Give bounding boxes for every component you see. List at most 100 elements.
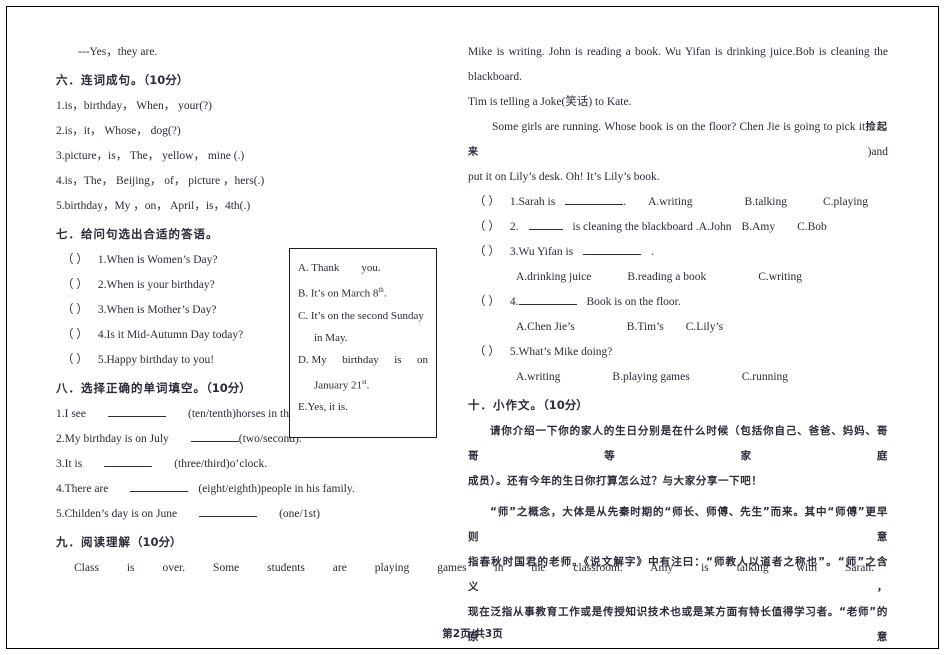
fill-blank[interactable] bbox=[518, 294, 577, 305]
section-6-item: 1.is，birthday， When， your(?) bbox=[56, 100, 212, 112]
option-d-word-3: is bbox=[394, 353, 402, 366]
essay-body-line: 现在泛指从事教育工作或是传授知识技术也或是某方面有特长值得学习者。“老师”的原意 bbox=[468, 606, 888, 643]
fill-blank[interactable] bbox=[108, 406, 167, 417]
essay-body-line: 指春秋时国君的老师。《说文解字》中有注曰：“师教人以道者之称也”。“师”之含义， bbox=[468, 556, 888, 593]
section-8-item: 5.Childen’s day is on June (one/1st) bbox=[56, 502, 446, 527]
option-b[interactable]: B.Amy bbox=[742, 221, 776, 233]
reading-question: （ ） 4. Book is on the floor. bbox=[468, 290, 888, 315]
reading-passage-line: Some girls are running. Whose book is on… bbox=[468, 115, 888, 165]
section-6-item: 2.is，it， Whose， dog(?) bbox=[56, 125, 181, 137]
section-7-heading-cn: 七．给问句选出合适的答语。 bbox=[56, 227, 219, 241]
fill-blank[interactable] bbox=[190, 431, 239, 442]
option-a[interactable]: A.John bbox=[699, 221, 732, 233]
question-text: 3.When is Mother’s Day? bbox=[97, 304, 217, 316]
section-6-heading-cn: 六．连词成句。 bbox=[56, 73, 144, 87]
fill-blank[interactable] bbox=[583, 244, 642, 255]
option-b[interactable]: B.Tim’s bbox=[627, 321, 664, 333]
essay-prompt-line: 成员）。还有今年的生日你打算怎么过？与大家分享一下吧！ bbox=[468, 475, 763, 487]
section-6-item: 5.birthday，My ，on， April，is，4th(.) bbox=[56, 200, 251, 212]
question-stem-end: Book is on the floor. bbox=[586, 296, 681, 308]
section-6-heading: 六．连词成句。（10分） bbox=[56, 67, 446, 94]
question-stem: 4. bbox=[509, 296, 519, 308]
option-a[interactable]: A.drinking juice bbox=[516, 271, 591, 283]
fill-blank[interactable] bbox=[199, 506, 258, 517]
reading-question: （ ） 1.Sarah is. A.writing B.talking C.playin… bbox=[468, 190, 888, 215]
answer-option-box: A. Thank you. B. It’s on March 8th. C. It… bbox=[289, 248, 437, 438]
option-b-text: B. It’s on March 8 bbox=[298, 287, 379, 300]
essay-prompt-line: 请你介绍一下你的家人的生日分别是在什么时候（包括你自己、爸爸、妈妈、哥哥等家庭 bbox=[468, 425, 888, 462]
answer-bracket[interactable]: （ ） bbox=[62, 279, 88, 291]
section-9-points: （10分） bbox=[131, 535, 182, 549]
option-d-end: . bbox=[366, 379, 370, 392]
section-6-points: （10分） bbox=[143, 73, 189, 87]
fill-blank[interactable] bbox=[104, 456, 153, 467]
answer-bracket[interactable]: （ ） bbox=[474, 221, 500, 233]
option-c[interactable]: C.running bbox=[742, 371, 788, 383]
option-b[interactable]: B.playing games bbox=[612, 371, 689, 383]
option-d-word-1: D. My bbox=[298, 353, 327, 366]
section-10-heading: 十．小作文。（10分） bbox=[468, 392, 888, 419]
question-stem: 5.What’s Mike doing? bbox=[509, 346, 613, 358]
passage-text: Tim is telling a Joke(笑话) to Kate. bbox=[468, 96, 632, 108]
option-a[interactable]: A.Chen Jie’s bbox=[516, 321, 575, 333]
section-6-item: 4.is，The， Beijing， of， picture ，hers(.) bbox=[56, 175, 265, 187]
answer-bracket[interactable]: （ ） bbox=[474, 246, 500, 258]
fill-prefix: 5.Childen’s day is on June bbox=[56, 508, 178, 520]
essay-body-line: 并非由“老”而形容“师”。“老”在旧语义中也是一种尊称，隐含年长且学识渊博者。“… bbox=[468, 650, 888, 655]
option-c[interactable]: C.writing bbox=[758, 271, 802, 283]
option-b-end: . bbox=[383, 287, 387, 300]
question-stem-end: is cleaning the blackboard . bbox=[572, 221, 699, 233]
fill-prefix: 2.My birthday is on July bbox=[56, 433, 169, 445]
answer-bracket[interactable]: （ ） bbox=[474, 346, 500, 358]
question-stem-end: . bbox=[651, 246, 655, 258]
fill-blank[interactable] bbox=[565, 194, 624, 205]
option-b[interactable]: B.reading a book bbox=[627, 271, 706, 283]
option-a[interactable]: A.writing bbox=[648, 196, 692, 208]
question-stem: 1.Sarah is bbox=[509, 196, 556, 208]
fill-prefix: 3.It is bbox=[56, 458, 83, 470]
option-d-word-2: birthday bbox=[342, 353, 379, 366]
answer-bracket[interactable]: （ ） bbox=[62, 254, 88, 266]
option-c[interactable]: C.Lily’s bbox=[686, 321, 723, 333]
reading-question: （ ） 3.Wu Yifan is. bbox=[468, 240, 888, 265]
answer-bracket[interactable]: （ ） bbox=[62, 304, 88, 316]
option-c[interactable]: C.playing bbox=[823, 196, 868, 208]
answer-bracket[interactable]: （ ） bbox=[62, 329, 88, 341]
answer-bracket[interactable]: （ ） bbox=[474, 196, 500, 208]
passage-text-end: )and bbox=[867, 146, 888, 158]
question-text: 1.When is Women’s Day? bbox=[97, 254, 218, 266]
section-9-heading: 九．阅读理解（10分） bbox=[56, 529, 446, 556]
fill-suffix: (three/third)o’clock. bbox=[174, 458, 268, 470]
section-7-heading: 七．给问句选出合适的答语。 bbox=[56, 221, 446, 248]
option-e: E.Yes, it is. bbox=[298, 401, 348, 414]
section-10-points: （10分） bbox=[543, 398, 588, 412]
option-a[interactable]: A.writing bbox=[516, 371, 560, 383]
section-10-heading-cn: 十．小作文。 bbox=[468, 398, 543, 412]
question-text: 5.Happy birthday to you! bbox=[97, 354, 215, 366]
reading-question: （ ） 5.What’s Mike doing? bbox=[468, 340, 888, 365]
answer-bracket[interactable]: （ ） bbox=[62, 354, 88, 366]
fill-suffix: (one/1st) bbox=[279, 508, 320, 520]
option-b[interactable]: B.talking bbox=[745, 196, 788, 208]
reading-question: （ ） 2. is cleaning the blackboard .A.John B… bbox=[468, 215, 888, 240]
section-6-item: 3.picture，is， The， yellow， mine (.) bbox=[56, 150, 245, 162]
fill-blank[interactable] bbox=[528, 219, 563, 230]
page-footer: 第2页/共3页 bbox=[442, 628, 503, 640]
reading-passage-line: Tim is telling a Joke(笑话) to Kate. bbox=[468, 90, 888, 115]
answer-bracket[interactable]: （ ） bbox=[474, 296, 500, 308]
option-c-line2: in May. bbox=[314, 331, 348, 344]
option-c[interactable]: C.Bob bbox=[797, 221, 827, 233]
option-b: B. It’s on March 8th. bbox=[298, 279, 428, 305]
question-text: 2.When is your birthday? bbox=[97, 279, 215, 291]
reading-question-options: A.writing B.playing games C.running bbox=[468, 365, 888, 390]
right-column: Mike is writing. John is reading a book.… bbox=[468, 40, 888, 655]
fill-prefix: 1.I see bbox=[56, 408, 87, 420]
section-8-item: 3.It is (three/third)o’clock. bbox=[56, 452, 446, 477]
reading-passage-line: Mike is writing. John is reading a book.… bbox=[468, 46, 888, 83]
option-d-word-4: on bbox=[416, 353, 428, 366]
fill-blank[interactable] bbox=[130, 481, 189, 492]
fill-prefix: 4.There are bbox=[56, 483, 109, 495]
reading-question-options: A.drinking juice B.reading a book C.writin… bbox=[468, 265, 888, 290]
option-d-date: January 21 bbox=[314, 379, 362, 392]
section-8-item: 4.There are (eight/eighth)people in his f… bbox=[56, 477, 446, 502]
